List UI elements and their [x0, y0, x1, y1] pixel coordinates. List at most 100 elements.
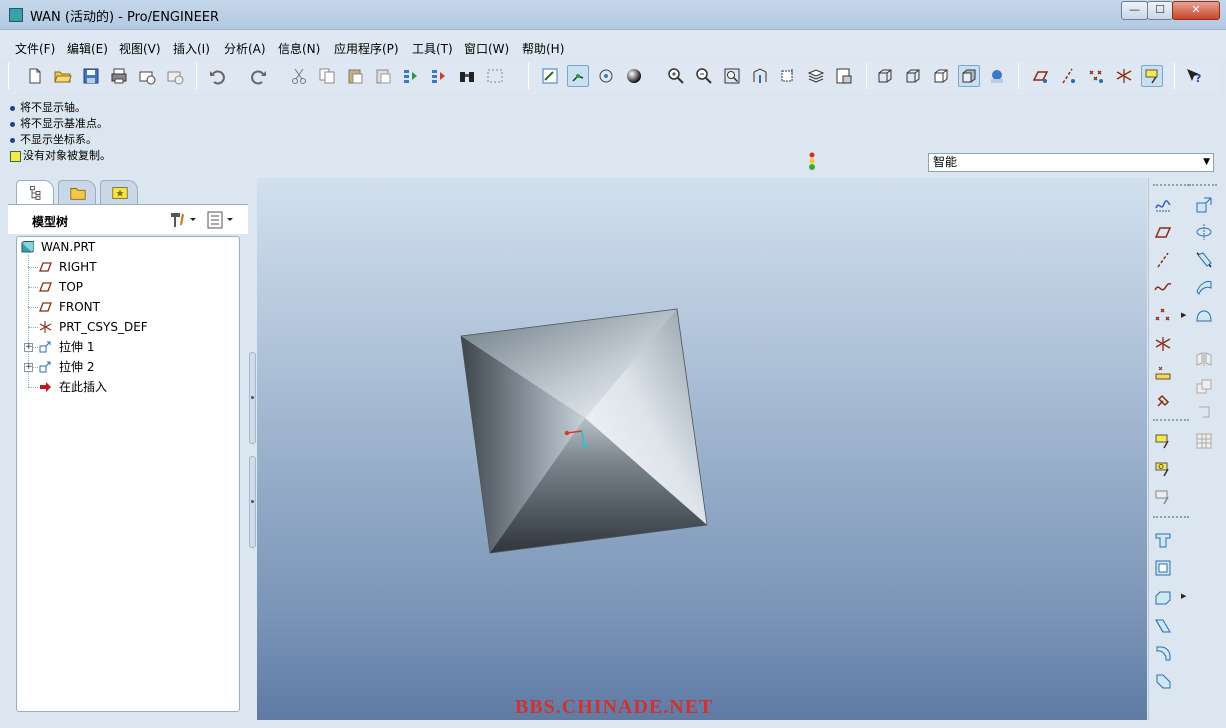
surface-finish-button[interactable]	[1152, 486, 1174, 508]
send-link-button[interactable]	[164, 65, 186, 87]
csys-tool-button[interactable]	[1152, 333, 1174, 355]
open-file-button[interactable]	[52, 65, 74, 87]
save-button[interactable]	[80, 65, 102, 87]
regenerate-manager-button[interactable]	[428, 65, 450, 87]
shell-icon	[1155, 560, 1171, 576]
merge-tool-button[interactable]	[1193, 376, 1215, 398]
hidden-line-button[interactable]	[902, 65, 924, 87]
print-button[interactable]	[108, 65, 130, 87]
graphics-viewport[interactable]: BBS.CHINADE.NET	[257, 178, 1147, 720]
spin-center-button[interactable]	[567, 65, 589, 87]
variable-sweep-button[interactable]	[1193, 249, 1215, 271]
datum-planes-toggle[interactable]	[1029, 65, 1051, 87]
menu-applications[interactable]: 应用程序(P)	[334, 40, 399, 57]
copy-icon	[319, 68, 335, 84]
rib-tool-button[interactable]	[1152, 586, 1174, 608]
status-light-icon	[809, 152, 815, 170]
new-file-button[interactable]	[24, 65, 46, 87]
menu-window[interactable]: 窗口(W)	[464, 40, 509, 57]
shaded-button[interactable]	[958, 65, 980, 87]
menu-analysis[interactable]: 分析(A)	[224, 40, 266, 57]
extrude-icon	[1196, 197, 1212, 213]
email-button[interactable]	[136, 65, 158, 87]
menu-help[interactable]: 帮助(H)	[522, 40, 564, 57]
paste-button[interactable]	[344, 65, 366, 87]
reference-feature-button[interactable]	[1152, 390, 1174, 412]
undo-button[interactable]	[206, 65, 228, 87]
settings-tools-icon[interactable]	[168, 210, 198, 230]
draft-tool-button[interactable]	[1152, 614, 1174, 636]
view-manager-button[interactable]	[833, 65, 855, 87]
sketch-tool-button[interactable]	[1152, 194, 1174, 216]
trim-tool-button[interactable]	[1193, 401, 1215, 423]
blend-tool-button[interactable]	[1193, 276, 1215, 298]
boundary-blend-button[interactable]	[1193, 305, 1215, 327]
analysis-feature-button[interactable]	[1152, 362, 1174, 384]
regenerate-icon	[404, 70, 417, 83]
show-options-icon[interactable]	[206, 210, 236, 230]
shading-button[interactable]	[623, 65, 645, 87]
tab-model-tree[interactable]	[16, 180, 54, 204]
mirror-tool-button[interactable]	[1193, 348, 1215, 370]
pattern-tool-button[interactable]	[1193, 430, 1215, 452]
shell-tool-button[interactable]	[1152, 557, 1174, 579]
regenerate-button[interactable]	[400, 65, 422, 87]
menu-file[interactable]: 文件(F)	[15, 40, 55, 57]
find-button[interactable]	[456, 65, 478, 87]
coordinate-systems-toggle[interactable]	[1113, 65, 1135, 87]
flyout-arrow-icon: ▶	[1181, 592, 1187, 600]
paste-special-button[interactable]	[372, 65, 394, 87]
datum-curve-icon	[1154, 282, 1172, 291]
datum-axes-toggle[interactable]	[1057, 65, 1079, 87]
context-help-button[interactable]: ?	[1183, 65, 1205, 87]
datum-points-toggle[interactable]	[1085, 65, 1107, 87]
close-button[interactable]: ✕	[1172, 1, 1220, 20]
annotation-toggle[interactable]	[1141, 65, 1163, 87]
datum-point-tool-button[interactable]	[1152, 305, 1174, 327]
reorient-button[interactable]	[749, 65, 771, 87]
note-tool-button[interactable]	[1152, 430, 1174, 452]
model-tree-display-button[interactable]	[986, 65, 1008, 87]
selection-filter-select[interactable]: 智能 ▼	[928, 153, 1214, 172]
tab-favorites[interactable]	[100, 180, 138, 204]
wireframe-button[interactable]	[874, 65, 896, 87]
zoom-out-button[interactable]	[693, 65, 715, 87]
orient-mode-button[interactable]	[595, 65, 617, 87]
hole-tool-button[interactable]	[1152, 529, 1174, 551]
datum-curve-tool-button[interactable]	[1152, 276, 1174, 298]
menu-insert[interactable]: 插入(I)	[173, 40, 210, 57]
layers-icon	[807, 69, 825, 83]
menu-tools[interactable]: 工具(T)	[412, 40, 453, 57]
cut-button[interactable]	[288, 65, 310, 87]
revolve-tool-button[interactable]	[1193, 221, 1215, 243]
extrude-tool-button[interactable]	[1193, 194, 1215, 216]
feature-toolbar: ▶ ▶	[1148, 178, 1220, 720]
note-icon	[1155, 434, 1169, 449]
panel-sash[interactable]	[248, 352, 257, 548]
datum-plane-tool-button[interactable]	[1152, 221, 1174, 243]
datum-plane-icon	[39, 282, 52, 292]
redo-button[interactable]	[248, 65, 270, 87]
copy-button[interactable]	[316, 65, 338, 87]
zoom-in-button[interactable]	[665, 65, 687, 87]
refit-button[interactable]	[721, 65, 743, 87]
menu-view[interactable]: 视图(V)	[119, 40, 161, 57]
round-tool-button[interactable]	[1152, 642, 1174, 664]
datum-axis-tool-button[interactable]	[1152, 249, 1174, 271]
maximize-button[interactable]: ☐	[1147, 1, 1173, 20]
menu-info[interactable]: 信息(N)	[278, 40, 320, 57]
extrude-icon	[39, 341, 51, 353]
menu-edit[interactable]: 编辑(E)	[67, 40, 108, 57]
saved-views-button[interactable]	[777, 65, 799, 87]
csys-icon	[39, 321, 52, 333]
expand-toggle[interactable]: +	[24, 343, 33, 352]
chamfer-tool-button[interactable]	[1152, 670, 1174, 692]
datum-tag-button[interactable]	[1152, 458, 1174, 480]
minimize-button[interactable]: —	[1121, 1, 1148, 20]
repaint-button[interactable]	[539, 65, 561, 87]
selection-box-button[interactable]	[484, 65, 506, 87]
expand-toggle[interactable]: +	[24, 363, 33, 372]
layers-button[interactable]	[805, 65, 827, 87]
tab-folder-browser[interactable]	[58, 180, 96, 204]
no-hidden-button[interactable]	[930, 65, 952, 87]
